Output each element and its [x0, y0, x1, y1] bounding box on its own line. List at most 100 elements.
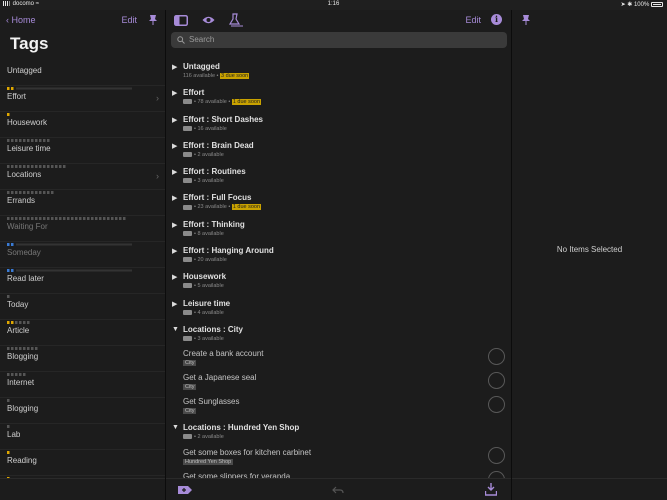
back-label: Home [11, 15, 36, 25]
disclosure-expanded-icon[interactable]: ▼ [172, 326, 179, 333]
group-title: Locations : Hundred Yen Shop [183, 423, 300, 433]
task-row[interactable]: Get some boxes for kitchen carbinet Hundr… [166, 446, 511, 470]
disclosure-collapsed-icon[interactable]: ▶ [172, 221, 177, 229]
disclosure-collapsed-icon[interactable]: ▶ [172, 63, 177, 71]
sidebar-toggle-icon[interactable] [174, 15, 188, 26]
disclosure-collapsed-icon[interactable]: ▶ [172, 142, 177, 150]
tag-row[interactable]: Blogging [0, 346, 165, 376]
tag-name: Effort [7, 92, 26, 101]
tag-group-row[interactable]: ▼ Locations : Hundred Yen Shop • 2 availab… [166, 419, 511, 445]
available-count: 3 available [197, 335, 224, 342]
complete-checkbox[interactable] [488, 348, 505, 366]
tag-icon [183, 151, 192, 157]
tag-row[interactable]: Blogging [0, 398, 165, 428]
task-list: ▶ Untagged 116 available • 3 due soon ▶ Effo… [166, 58, 511, 478]
group-title: Untagged [183, 62, 220, 71]
tag-icon [183, 434, 192, 440]
tag-group-row[interactable]: ▶ Effort : Hanging Around • 20 available [166, 242, 511, 268]
tag-row[interactable]: Reading [0, 450, 165, 480]
tag-name: Article [7, 326, 30, 335]
tag-group-row[interactable]: ▼ Locations : City • 3 available [166, 321, 511, 347]
task-title[interactable]: Get a Japanese seal [183, 373, 256, 382]
tag-row[interactable]: Untagged [0, 60, 165, 90]
tag-progress [7, 390, 157, 402]
tag-row[interactable]: Internet [0, 372, 165, 402]
group-title: Housework [183, 272, 227, 282]
status-right: ➤ ✱ 100% [621, 1, 663, 8]
complete-checkbox[interactable] [488, 470, 505, 478]
due-soon-badge: 3 due soon [220, 73, 250, 79]
available-count: 20 available [197, 257, 227, 264]
disclosure-collapsed-icon[interactable]: ▶ [172, 247, 177, 255]
disclosure-expanded-icon[interactable]: ▼ [172, 424, 179, 431]
task-row[interactable]: Create a bank account City [166, 347, 511, 371]
tag-row[interactable]: Lab [0, 424, 165, 454]
tag-row[interactable]: Leisure time [0, 138, 165, 168]
edit-tags-button[interactable]: Edit [121, 15, 137, 25]
pin-icon[interactable] [520, 14, 532, 26]
tag-icon [183, 230, 192, 236]
eye-icon[interactable] [202, 15, 215, 25]
disclosure-collapsed-icon[interactable]: ▶ [172, 273, 177, 281]
complete-checkbox[interactable] [488, 372, 505, 390]
clean-up-icon[interactable] [228, 13, 244, 28]
tag-row[interactable]: Housework [0, 112, 165, 142]
tag-group-row[interactable]: ▶ Effort • 78 available • 1 due soon [166, 84, 511, 110]
task-row[interactable]: Get some slippers for verandaHundred Yen… [166, 470, 511, 478]
group-meta: 116 available • 3 due soon [183, 73, 250, 79]
disclosure-collapsed-icon[interactable]: ▶ [172, 116, 177, 124]
tags-sidebar: ‹ Home Edit Tags Untagged Effort › Housewor… [0, 10, 165, 500]
status-time: 1:16 [327, 1, 340, 7]
tag-row[interactable]: Locations › [0, 164, 165, 194]
disclosure-collapsed-icon[interactable]: ▶ [172, 194, 177, 202]
tag-row[interactable]: Article [0, 320, 165, 350]
undo-icon[interactable] [332, 485, 344, 495]
tag-row[interactable]: Errands [0, 190, 165, 220]
disclosure-collapsed-icon[interactable]: ▶ [172, 168, 177, 176]
task-title[interactable]: Get Sunglasses [183, 397, 239, 406]
tag-group-row[interactable]: ▶ Leisure time • 4 available [166, 295, 511, 321]
complete-checkbox[interactable] [488, 446, 505, 464]
complete-checkbox[interactable] [488, 396, 505, 414]
pin-icon[interactable] [147, 14, 159, 26]
tag-group-row[interactable]: ▶ Effort : Routines • 3 available [166, 163, 511, 189]
tag-group-row[interactable]: ▶ Untagged 116 available • 3 due soon [166, 58, 511, 84]
tag-icon [183, 99, 192, 105]
tag-group-row[interactable]: ▶ Effort : Full Focus • 23 available • 1 d… [166, 189, 511, 215]
tag-group-row[interactable]: ▶ Housework • 5 available [166, 268, 511, 294]
group-meta: • 3 available [183, 336, 224, 342]
search-input[interactable]: Search [171, 32, 507, 48]
detail-pane: No Items Selected [512, 10, 667, 500]
tag-group-row[interactable]: ▶ Effort : Thinking • 8 available [166, 216, 511, 242]
back-button[interactable]: ‹ Home [6, 15, 36, 25]
tag-icon [183, 178, 192, 184]
info-icon[interactable]: i [491, 14, 502, 25]
disclosure-collapsed-icon[interactable]: ▶ [172, 89, 177, 97]
tag-row[interactable]: Waiting For [0, 216, 165, 246]
task-row[interactable]: Get a Japanese seal City [166, 371, 511, 395]
task-title[interactable]: Create a bank account [183, 349, 264, 358]
battery-icon [651, 1, 663, 7]
tag-progress [7, 442, 157, 454]
tag-name: Blogging [7, 404, 39, 413]
search-icon [177, 36, 185, 44]
tag-group-row[interactable]: ▶ Effort : Brain Dead • 2 available [166, 137, 511, 163]
disclosure-collapsed-icon[interactable]: ▶ [172, 300, 177, 308]
tags-nav-bar: ‹ Home Edit [0, 10, 165, 32]
edit-tasks-button[interactable]: Edit [465, 15, 481, 25]
tag-progress [7, 156, 157, 168]
task-title[interactable]: Get some boxes for kitchen carbinet [183, 448, 311, 457]
group-title: Effort : Brain Dead [183, 140, 254, 150]
tag-row[interactable]: Someday [0, 242, 165, 272]
tag-group-row[interactable]: ▶ Effort : Short Dashes • 16 available [166, 111, 511, 137]
tag-name: Read later [7, 274, 44, 283]
tag-list: Untagged Effort › Housework Leisure time Loca… [0, 60, 165, 500]
tag-row[interactable]: Today [0, 294, 165, 324]
tag-name: Someday [7, 248, 41, 257]
tag-row[interactable]: Effort › [0, 86, 165, 116]
tag-add-icon[interactable] [178, 485, 192, 495]
tag-progress [7, 78, 157, 90]
inbox-icon[interactable] [485, 483, 497, 496]
tag-row[interactable]: Read later [0, 268, 165, 298]
task-row[interactable]: Get Sunglasses City [166, 395, 511, 419]
